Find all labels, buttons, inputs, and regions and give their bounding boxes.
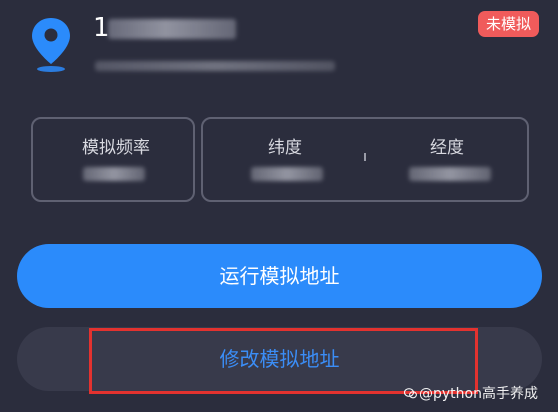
modify-address-button[interactable]: 修改模拟地址 xyxy=(17,327,542,391)
frequency-card: 模拟频率 xyxy=(31,117,195,202)
status-badge: 未模拟 xyxy=(478,11,539,37)
longitude-label: 经度 xyxy=(430,138,464,158)
coordinates-card: 纬度 经度 xyxy=(201,117,529,202)
frequency-label: 模拟频率 xyxy=(82,138,150,158)
redacted-latitude-value xyxy=(251,167,323,181)
redacted-longitude-value xyxy=(409,167,491,181)
run-simulation-button[interactable]: 运行模拟地址 xyxy=(17,244,542,308)
chat-bubble-icon xyxy=(404,388,417,399)
redacted-frequency-value xyxy=(83,167,145,181)
redacted-address-line xyxy=(95,61,335,71)
redacted-location-name xyxy=(108,19,236,39)
watermark-text: @python高手养成 xyxy=(419,386,538,402)
latitude-label: 纬度 xyxy=(268,138,302,158)
watermark: @python高手养成 xyxy=(404,383,538,403)
map-pin-icon xyxy=(29,16,75,74)
coordinate-divider xyxy=(364,153,366,161)
